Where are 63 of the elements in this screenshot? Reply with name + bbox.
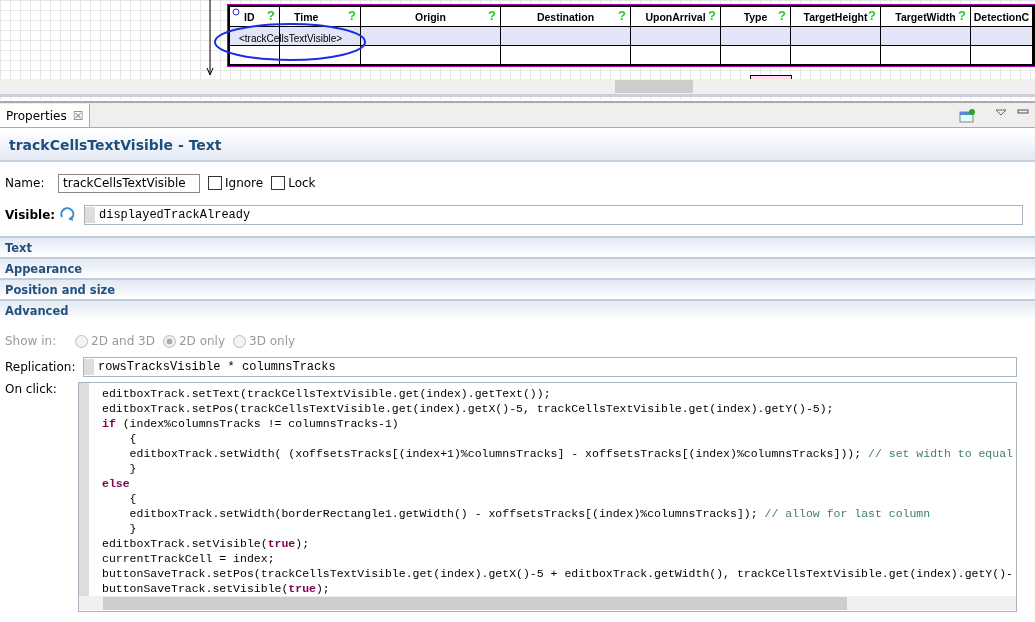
help-mark: ? <box>488 8 496 23</box>
checkbox-label: Ignore <box>225 176 264 190</box>
column-header: Origin ? <box>361 7 501 26</box>
checkbox[interactable] <box>271 176 286 190</box>
horizontal-scrollbar[interactable] <box>0 79 1035 97</box>
column-header: ID ? <box>230 7 280 26</box>
help-mark: ? <box>868 8 876 23</box>
help-mark: ? <box>348 8 356 23</box>
help-mark: ? <box>618 8 626 23</box>
scrollbar-thumb[interactable] <box>615 80 693 93</box>
code-line: editboxTrack.setWidth(borderRectangle1.getWidth() - xoffsetsTracks[(index)%columnsTracks]); // allow for last column <box>128 506 932 521</box>
code-line: { <box>128 431 138 446</box>
checkbox-label: Lock <box>288 176 316 190</box>
help-mark: ? <box>267 8 275 23</box>
field-label: Replication: <box>5 360 75 374</box>
code-line: editboxTrack.setVisible(true); <box>102 536 311 551</box>
scrollbar-thumb[interactable] <box>103 597 847 610</box>
field-label: On click: <box>5 382 58 396</box>
radio-label: 2D and 3D <box>91 334 155 348</box>
name-field[interactable]: trackCellsTextVisible <box>58 173 200 193</box>
horizontal-scrollbar[interactable] <box>79 596 1016 610</box>
code-line: } <box>128 461 138 476</box>
properties-tab[interactable]: Properties ☒ <box>0 104 91 127</box>
section-header[interactable]: Advanced <box>0 299 1035 320</box>
column-header: Type ? <box>721 7 791 26</box>
column-header: Destination ? <box>501 7 631 26</box>
help-mark: ? <box>958 8 966 23</box>
code-line: editboxTrack.setWidth( (xoffsetsTracks[(index+1)%columnsTracks] - xoffsetsTracks[(index)%columnsTracks])); // set width to equal <box>128 446 1014 461</box>
tab-label: Properties <box>6 108 67 123</box>
section-header[interactable]: Text <box>0 236 1035 257</box>
help-mark: ? <box>778 8 786 23</box>
code-line: buttonSaveTrack.setVisible(true); <box>102 581 331 596</box>
section-header[interactable]: Position and size <box>0 278 1035 299</box>
minimize-icon[interactable] <box>1017 109 1029 115</box>
code-line: if (index%columnsTracks != columnsTracks-1) <box>102 416 400 431</box>
radio-label: 3D only <box>249 334 296 348</box>
column-header: UponArrival ? <box>631 7 721 26</box>
column-header: TargetHeight? <box>791 7 881 26</box>
column-header: TargetWidth ? <box>881 7 971 26</box>
help-mark: ? <box>708 8 716 23</box>
column-header: Time ? <box>280 7 361 26</box>
code-line: else <box>102 476 131 491</box>
code-line: { <box>128 491 138 506</box>
section-header[interactable]: Appearance <box>0 257 1035 278</box>
arrow-icon <box>206 0 214 77</box>
field-label: Show in: <box>5 334 58 348</box>
code-line: editboxTrack.setText(trackCellsTextVisible.get(index).getText()); <box>102 386 552 401</box>
circle-icon <box>232 8 240 16</box>
replication-field[interactable]: rowsTracksVisible * columnsTracks <box>83 357 1017 377</box>
field-label: Name: <box>5 176 46 190</box>
code-line: buttonSaveTrack.setPos(trackCellsTextVisible.get(index).getX()-5 + editboxTrack.getWidth(), trackCellsTextVisible.get(index).getY()- <box>102 566 1014 581</box>
refresh-icon[interactable] <box>58 207 76 223</box>
close-button[interactable]: ☒ <box>72 108 84 123</box>
column-header: DetectionC <box>971 7 1033 26</box>
code-line: editboxTrack.setPos(trackCellsTextVisible.get(index).getX()-5, trackCellsTextVisible.get(index).getY()-5); <box>102 401 835 416</box>
code-line: currentTrackCell = index; <box>102 551 276 566</box>
pin-window-icon[interactable] <box>959 109 975 123</box>
visible-field[interactable]: displayedTrackAlready <box>84 205 1023 225</box>
code-line: } <box>128 521 138 536</box>
code-editor[interactable] <box>78 382 1017 612</box>
radio-label: 2D only <box>178 334 226 348</box>
checkbox[interactable] <box>208 176 222 190</box>
dropdown-icon[interactable] <box>995 109 1007 117</box>
